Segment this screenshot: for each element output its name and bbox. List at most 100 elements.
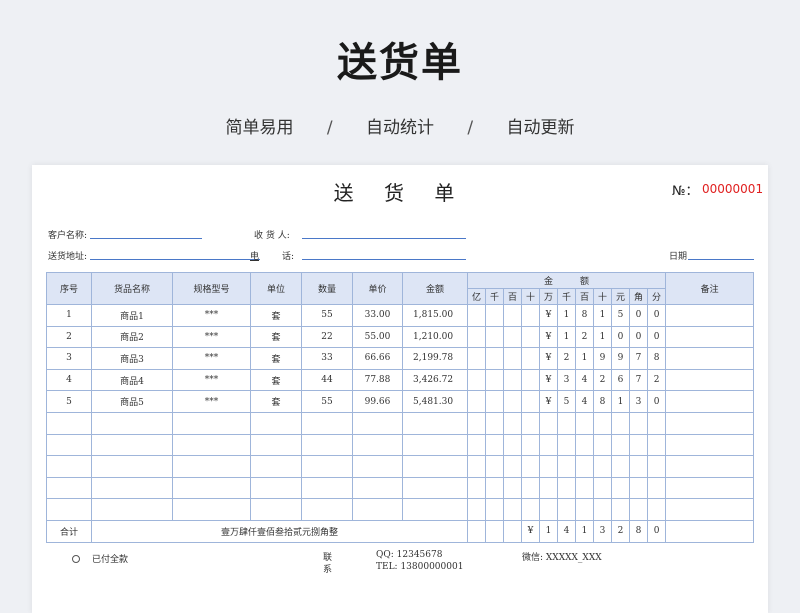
row-digit: 1	[593, 325, 612, 349]
row-digit	[485, 390, 504, 413]
empty-cell	[91, 411, 173, 435]
table-row: 2 商品2 *** 套 22 55.00 1,210.00 ¥1 2 1 0 0 0	[46, 325, 755, 349]
total-digit: ¥	[521, 519, 540, 543]
empty-cell	[467, 476, 486, 500]
row-digit: 7	[629, 347, 648, 370]
empty-cell	[575, 433, 594, 457]
empty-cell	[485, 498, 504, 521]
date-label: 日期	[669, 252, 688, 262]
empty-cell	[485, 455, 504, 478]
empty-cell	[575, 476, 594, 500]
row-digit	[503, 347, 522, 370]
empty-cell	[611, 476, 630, 500]
row-unit: 套	[250, 325, 302, 349]
header-digit: 千	[557, 288, 576, 305]
empty-cell	[91, 476, 173, 500]
header-digit: 万	[539, 288, 558, 305]
row-digit: 4	[575, 368, 594, 392]
contact-label-2: 系	[323, 565, 333, 575]
row-digit	[485, 325, 504, 349]
separator: /	[326, 118, 333, 138]
total-remark	[665, 519, 755, 543]
empty-cell	[593, 498, 612, 521]
empty-cell	[557, 455, 576, 478]
row-digit: ¥	[539, 304, 558, 327]
row-amount: 3,426.72	[402, 368, 468, 392]
receiver-field[interactable]	[302, 238, 466, 239]
delivery-note-sheet: 送 货 单 №： 00000001 客户名称: 收 货 人: 送货地址: 电 话…	[32, 165, 768, 613]
row-digit: 0	[611, 325, 630, 349]
row-price: 99.66	[352, 390, 403, 413]
date-field[interactable]	[688, 259, 754, 260]
feature-auto-update: 自动更新	[506, 118, 575, 138]
empty-cell	[646, 476, 667, 500]
empty-cell	[250, 411, 302, 435]
row-remark	[665, 390, 755, 413]
empty-cell	[646, 411, 667, 435]
empty-cell	[611, 411, 630, 435]
items-table: 序号 货品名称 规格型号 单位 数量 单价 金额 金 额 备注 亿千百十万千百十…	[46, 272, 755, 543]
row-amount: 1,815.00	[402, 304, 468, 327]
header-digit: 十	[521, 288, 540, 305]
table-row: 5 商品5 *** 套 55 99.66 5,481.30 ¥5 4 8 1 3 0	[46, 390, 755, 413]
table-row: 4 商品4 *** 套 44 77.88 3,426.72 ¥3 4 2 6 7 2	[46, 368, 755, 392]
phone-field[interactable]	[302, 259, 466, 260]
number-value: 00000001	[702, 182, 764, 196]
row-digit: 5	[611, 304, 630, 327]
empty-cell	[46, 433, 92, 457]
row-digit: ¥	[539, 368, 558, 392]
total-digit: 8	[629, 519, 648, 543]
header-name: 货品名称	[91, 272, 173, 305]
empty-cell	[557, 498, 576, 521]
empty-cell	[91, 455, 173, 478]
row-qty: 22	[301, 325, 353, 349]
row-digit: 1	[611, 390, 630, 413]
row-spec: ***	[172, 325, 251, 349]
empty-cell	[665, 455, 755, 478]
empty-cell	[611, 498, 630, 521]
row-digit: 7	[629, 368, 648, 392]
total-digit: 2	[611, 519, 630, 543]
row-name: 商品4	[91, 368, 173, 392]
total-digit	[485, 519, 504, 543]
row-unit: 套	[250, 368, 302, 392]
empty-cell	[301, 433, 353, 457]
empty-cell	[172, 498, 251, 521]
row-digit: 0	[646, 390, 667, 413]
empty-cell	[629, 476, 648, 500]
row-spec: ***	[172, 347, 251, 370]
header-digit: 元	[611, 288, 630, 305]
table-row: 3 商品3 *** 套 33 66.66 2,199.78 ¥2 1 9 9 7 8	[46, 347, 755, 370]
paid-checkbox[interactable]	[72, 555, 80, 563]
empty-cell	[503, 411, 522, 435]
empty-cell	[172, 476, 251, 500]
customer-field[interactable]	[90, 238, 202, 239]
empty-cell	[301, 476, 353, 500]
empty-cell	[46, 476, 92, 500]
empty-cell	[521, 411, 540, 435]
header-seq: 序号	[46, 272, 92, 305]
empty-cell	[539, 476, 558, 500]
total-label: 合计	[46, 519, 92, 543]
empty-cell	[539, 498, 558, 521]
row-spec: ***	[172, 390, 251, 413]
empty-cell	[646, 455, 667, 478]
empty-cell	[503, 498, 522, 521]
row-price: 77.88	[352, 368, 403, 392]
empty-cell	[665, 498, 755, 521]
row-remark	[665, 347, 755, 370]
empty-cell	[46, 411, 92, 435]
contact-wechat: 微信: XXXXX_XXX	[522, 553, 602, 563]
empty-cell	[402, 433, 468, 457]
header-qty: 数量	[301, 272, 353, 305]
empty-cell	[485, 411, 504, 435]
empty-cell	[611, 455, 630, 478]
empty-cell	[539, 433, 558, 457]
row-digit: 3	[557, 368, 576, 392]
row-digit	[521, 347, 540, 370]
empty-cell	[250, 498, 302, 521]
row-digit	[485, 368, 504, 392]
header-digit: 百	[575, 288, 594, 305]
row-remark	[665, 368, 755, 392]
address-field[interactable]	[90, 259, 260, 260]
